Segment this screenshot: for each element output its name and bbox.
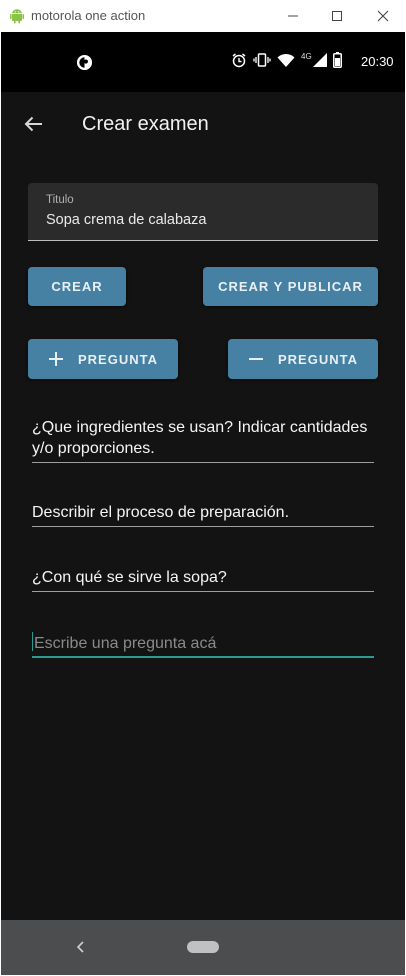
question-field-1[interactable]: ¿Que ingredientes se usan? Indicar canti… [32, 417, 374, 463]
maximize-icon [332, 11, 342, 21]
minus-icon [248, 351, 264, 367]
home-pill-button[interactable] [187, 941, 219, 953]
plus-icon [48, 351, 64, 367]
signal-icon [312, 53, 327, 67]
back-button[interactable] [19, 110, 47, 138]
window-title: motorola one action [31, 8, 146, 23]
network-type-label: 4G [301, 52, 312, 61]
new-question-placeholder: Escribe una pregunta acá [34, 635, 217, 652]
question-field-3[interactable]: ¿Con qué se sirve la sopa? [32, 567, 374, 592]
wifi-icon [277, 53, 295, 68]
title-field-value[interactable]: Sopa crema de calabaza [46, 212, 206, 228]
nav-back-button[interactable] [71, 937, 91, 957]
text-cursor [32, 632, 33, 651]
status-bar: 4G 20:30 [1, 32, 405, 92]
app-bar: Crear examen [1, 92, 405, 158]
android-icon [10, 9, 24, 24]
page-title: Crear examen [82, 113, 209, 135]
title-field[interactable]: Titulo Sopa crema de calabaza [28, 183, 378, 241]
phone-screen: 4G 20:30 Crear examen Titulo Sopa crema … [1, 32, 405, 975]
crear-button[interactable]: CREAR [28, 267, 126, 306]
maximize-button[interactable] [314, 0, 360, 32]
question-field-2[interactable]: Describir el proceso de preparación. [32, 502, 374, 527]
minimize-button[interactable] [270, 0, 316, 32]
chevron-left-icon [76, 941, 84, 953]
title-field-label: Titulo [46, 194, 74, 206]
close-icon [377, 10, 389, 22]
add-question-button[interactable]: PREGUNTA [28, 339, 178, 379]
new-question-input[interactable]: Escribe una pregunta acá [32, 632, 374, 658]
notification-app-icon [76, 54, 93, 71]
vibrate-icon [253, 52, 271, 68]
minimize-icon [288, 15, 298, 17]
window-titlebar: motorola one action [0, 0, 406, 32]
battery-icon [332, 52, 342, 68]
remove-question-button[interactable]: PREGUNTA [228, 339, 378, 379]
status-time: 20:30 [361, 54, 394, 69]
add-question-label: PREGUNTA [78, 351, 158, 367]
navigation-bar [1, 920, 405, 975]
arrow-back-icon [24, 116, 42, 132]
crear-y-publicar-button[interactable]: CREAR Y PUBLICAR [203, 267, 378, 306]
remove-question-label: PREGUNTA [278, 351, 358, 367]
emulator-window: motorola one action 4G 20:30 Crear exame… [0, 0, 406, 976]
alarm-icon [231, 52, 247, 68]
close-button[interactable] [360, 0, 406, 32]
status-icons: 4G [231, 52, 348, 68]
